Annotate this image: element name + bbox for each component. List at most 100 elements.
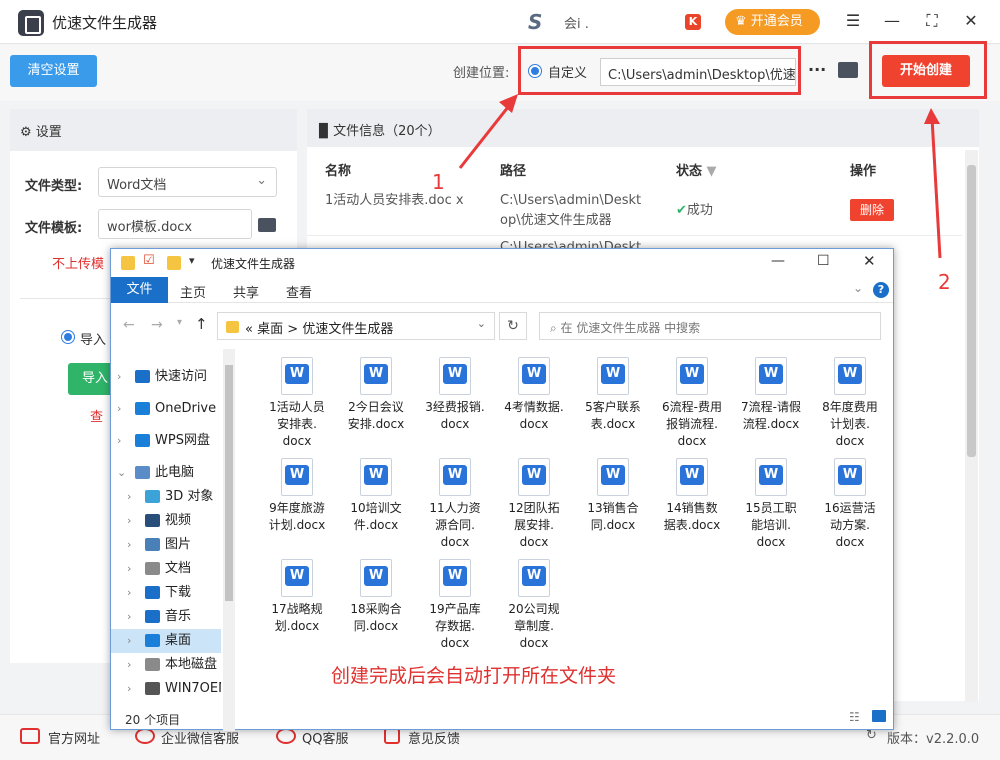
chevron-icon[interactable]: › (127, 677, 131, 701)
file-item[interactable]: W 10培训文 件.docx (335, 458, 417, 534)
file-item[interactable]: W 15员工职 能培训. docx (730, 458, 812, 551)
chevron-icon[interactable]: › (117, 365, 121, 389)
address-overflow[interactable]: « (245, 322, 253, 337)
up-icon[interactable]: ↑ (195, 315, 208, 333)
file-item[interactable]: W 16运营活 动方案. docx (809, 458, 891, 551)
file-name-line: 源合同. (435, 518, 475, 532)
qq-support-link[interactable]: QQ客服 (302, 728, 348, 747)
file-name-line: 5客户联系 (585, 400, 641, 414)
file-item[interactable]: W 6流程-费用 报销流程. docx (651, 357, 733, 450)
word-document-icon: W (518, 559, 550, 597)
file-item[interactable]: W 17战略规 划.docx (256, 559, 338, 635)
folder-icon (226, 321, 239, 333)
word-document-icon: W (755, 458, 787, 496)
file-name-line: 3经费报销. (425, 400, 485, 414)
forward-icon[interactable]: → (151, 317, 163, 333)
file-item[interactable]: W 8年度费用 计划表. docx (809, 357, 891, 450)
nav-item[interactable]: › OneDrive (111, 397, 221, 421)
nav-item[interactable]: › 视频 (111, 509, 221, 533)
word-document-icon: W (281, 458, 313, 496)
quick-access-dropdown-icon[interactable]: ▾ (189, 254, 195, 267)
nav-item[interactable]: › 快速访问 (111, 365, 221, 389)
feedback-link[interactable]: 意见反馈 (408, 728, 460, 747)
file-item[interactable]: W 5客户联系 表.docx (572, 357, 654, 433)
chevron-icon[interactable]: › (127, 629, 131, 653)
tab-home[interactable]: 主页 (180, 282, 206, 301)
help-icon[interactable]: ? (873, 282, 889, 298)
nav-item[interactable]: › 本地磁盘 ( (111, 653, 221, 677)
file-name-line: docx (677, 434, 707, 448)
nav-item[interactable]: › 图片 (111, 533, 221, 557)
nav-item[interactable]: › 文档 (111, 557, 221, 581)
chevron-icon[interactable]: › (127, 581, 131, 605)
chevron-icon[interactable]: › (127, 509, 131, 533)
expand-ribbon-icon[interactable]: ⌄ (853, 281, 863, 295)
minimize-icon[interactable]: — (771, 253, 785, 269)
close-icon[interactable]: ✕ (863, 252, 876, 270)
arrow-1-head (499, 94, 518, 113)
file-item[interactable]: W 9年度旅游 计划.docx (256, 458, 338, 534)
nav-item[interactable]: › WIN7OEM (111, 677, 221, 701)
word-document-icon: W (676, 458, 708, 496)
nav-item[interactable]: › 3D 对象 (111, 485, 221, 509)
chevron-icon[interactable]: › (117, 429, 121, 453)
chevron-icon[interactable]: › (127, 533, 131, 557)
nav-item[interactable]: ⌄ 此电脑 (111, 461, 221, 485)
address-root[interactable]: 桌面 (257, 322, 283, 337)
file-name-line: docx (756, 535, 786, 549)
search-input[interactable]: ⌕ 在 优速文件生成器 中搜索 (539, 312, 881, 340)
file-item[interactable]: W 11人力资 源合同. docx (414, 458, 496, 551)
file-item[interactable]: W 18采购合 同.docx (335, 559, 417, 635)
word-document-icon: W (360, 559, 392, 597)
nav-item-label: 本地磁盘 ( (165, 657, 221, 672)
annotation-number-2: 2 (938, 270, 951, 294)
chevron-icon[interactable]: › (127, 605, 131, 629)
back-icon[interactable]: ← (123, 317, 135, 333)
new-folder-icon[interactable] (167, 256, 181, 270)
file-name-line: 11人力资 (429, 501, 481, 515)
maximize-icon[interactable]: ☐ (817, 253, 830, 269)
chevron-icon[interactable]: › (127, 557, 131, 581)
tab-share[interactable]: 共享 (233, 282, 259, 301)
file-item[interactable]: W 20公司规 章制度. docx (493, 559, 575, 652)
word-document-icon: W (518, 357, 550, 395)
chevron-icon[interactable]: ⌄ (117, 461, 126, 485)
file-name-line: 9年度旅游 (269, 501, 325, 515)
video-icon (145, 514, 160, 527)
nav-scroll-thumb[interactable] (225, 365, 233, 601)
website-link[interactable]: 官方网址 (48, 728, 100, 747)
address-separator[interactable]: > (287, 322, 298, 337)
file-item[interactable]: W 13销售合 同.docx (572, 458, 654, 534)
chevron-icon[interactable]: › (117, 397, 121, 421)
tab-file[interactable]: 文件 (111, 277, 168, 303)
chevron-icon[interactable]: › (127, 653, 131, 677)
tab-view[interactable]: 查看 (286, 282, 312, 301)
nav-item[interactable]: › 音乐 (111, 605, 221, 629)
refresh-icon[interactable]: ↻ (499, 312, 527, 340)
details-view-icon[interactable]: ☷ (849, 710, 860, 724)
address-bar[interactable]: « 桌面 > 优速文件生成器 ⌄ (217, 312, 495, 340)
recent-dropdown-icon[interactable]: ▾ (177, 317, 182, 328)
qq-icon (276, 728, 296, 744)
file-item[interactable]: W 1活动人员 安排表. docx (256, 357, 338, 450)
properties-icon[interactable]: ☑ (143, 253, 155, 268)
address-folder[interactable]: 优速文件生成器 (302, 322, 393, 337)
file-item[interactable]: W 4考情数据. docx (493, 357, 575, 433)
file-name-line: 8年度费用 (822, 400, 878, 414)
refresh-icon[interactable]: ↻ (866, 728, 877, 743)
large-icons-view-icon[interactable] (872, 710, 886, 722)
address-dropdown-icon[interactable]: ⌄ (477, 317, 486, 330)
file-name-line: 据表.docx (663, 518, 721, 532)
file-name-line: 1活动人员 (269, 400, 325, 414)
nav-item[interactable]: › 下载 (111, 581, 221, 605)
file-item[interactable]: W 2今日会议 安排.docx (335, 357, 417, 433)
nav-item[interactable]: › WPS网盘 (111, 429, 221, 453)
file-item[interactable]: W 14销售数 据表.docx (651, 458, 733, 534)
file-item[interactable]: W 12团队拓 展安排. docx (493, 458, 575, 551)
file-item[interactable]: W 19产品库 存数据. docx (414, 559, 496, 652)
file-item[interactable]: W 7流程-请假 流程.docx (730, 357, 812, 433)
chevron-icon[interactable]: › (127, 485, 131, 509)
nav-item-label: 图片 (165, 537, 192, 552)
file-item[interactable]: W 3经费报销. docx (414, 357, 496, 433)
nav-item[interactable]: › 桌面 (111, 629, 221, 653)
